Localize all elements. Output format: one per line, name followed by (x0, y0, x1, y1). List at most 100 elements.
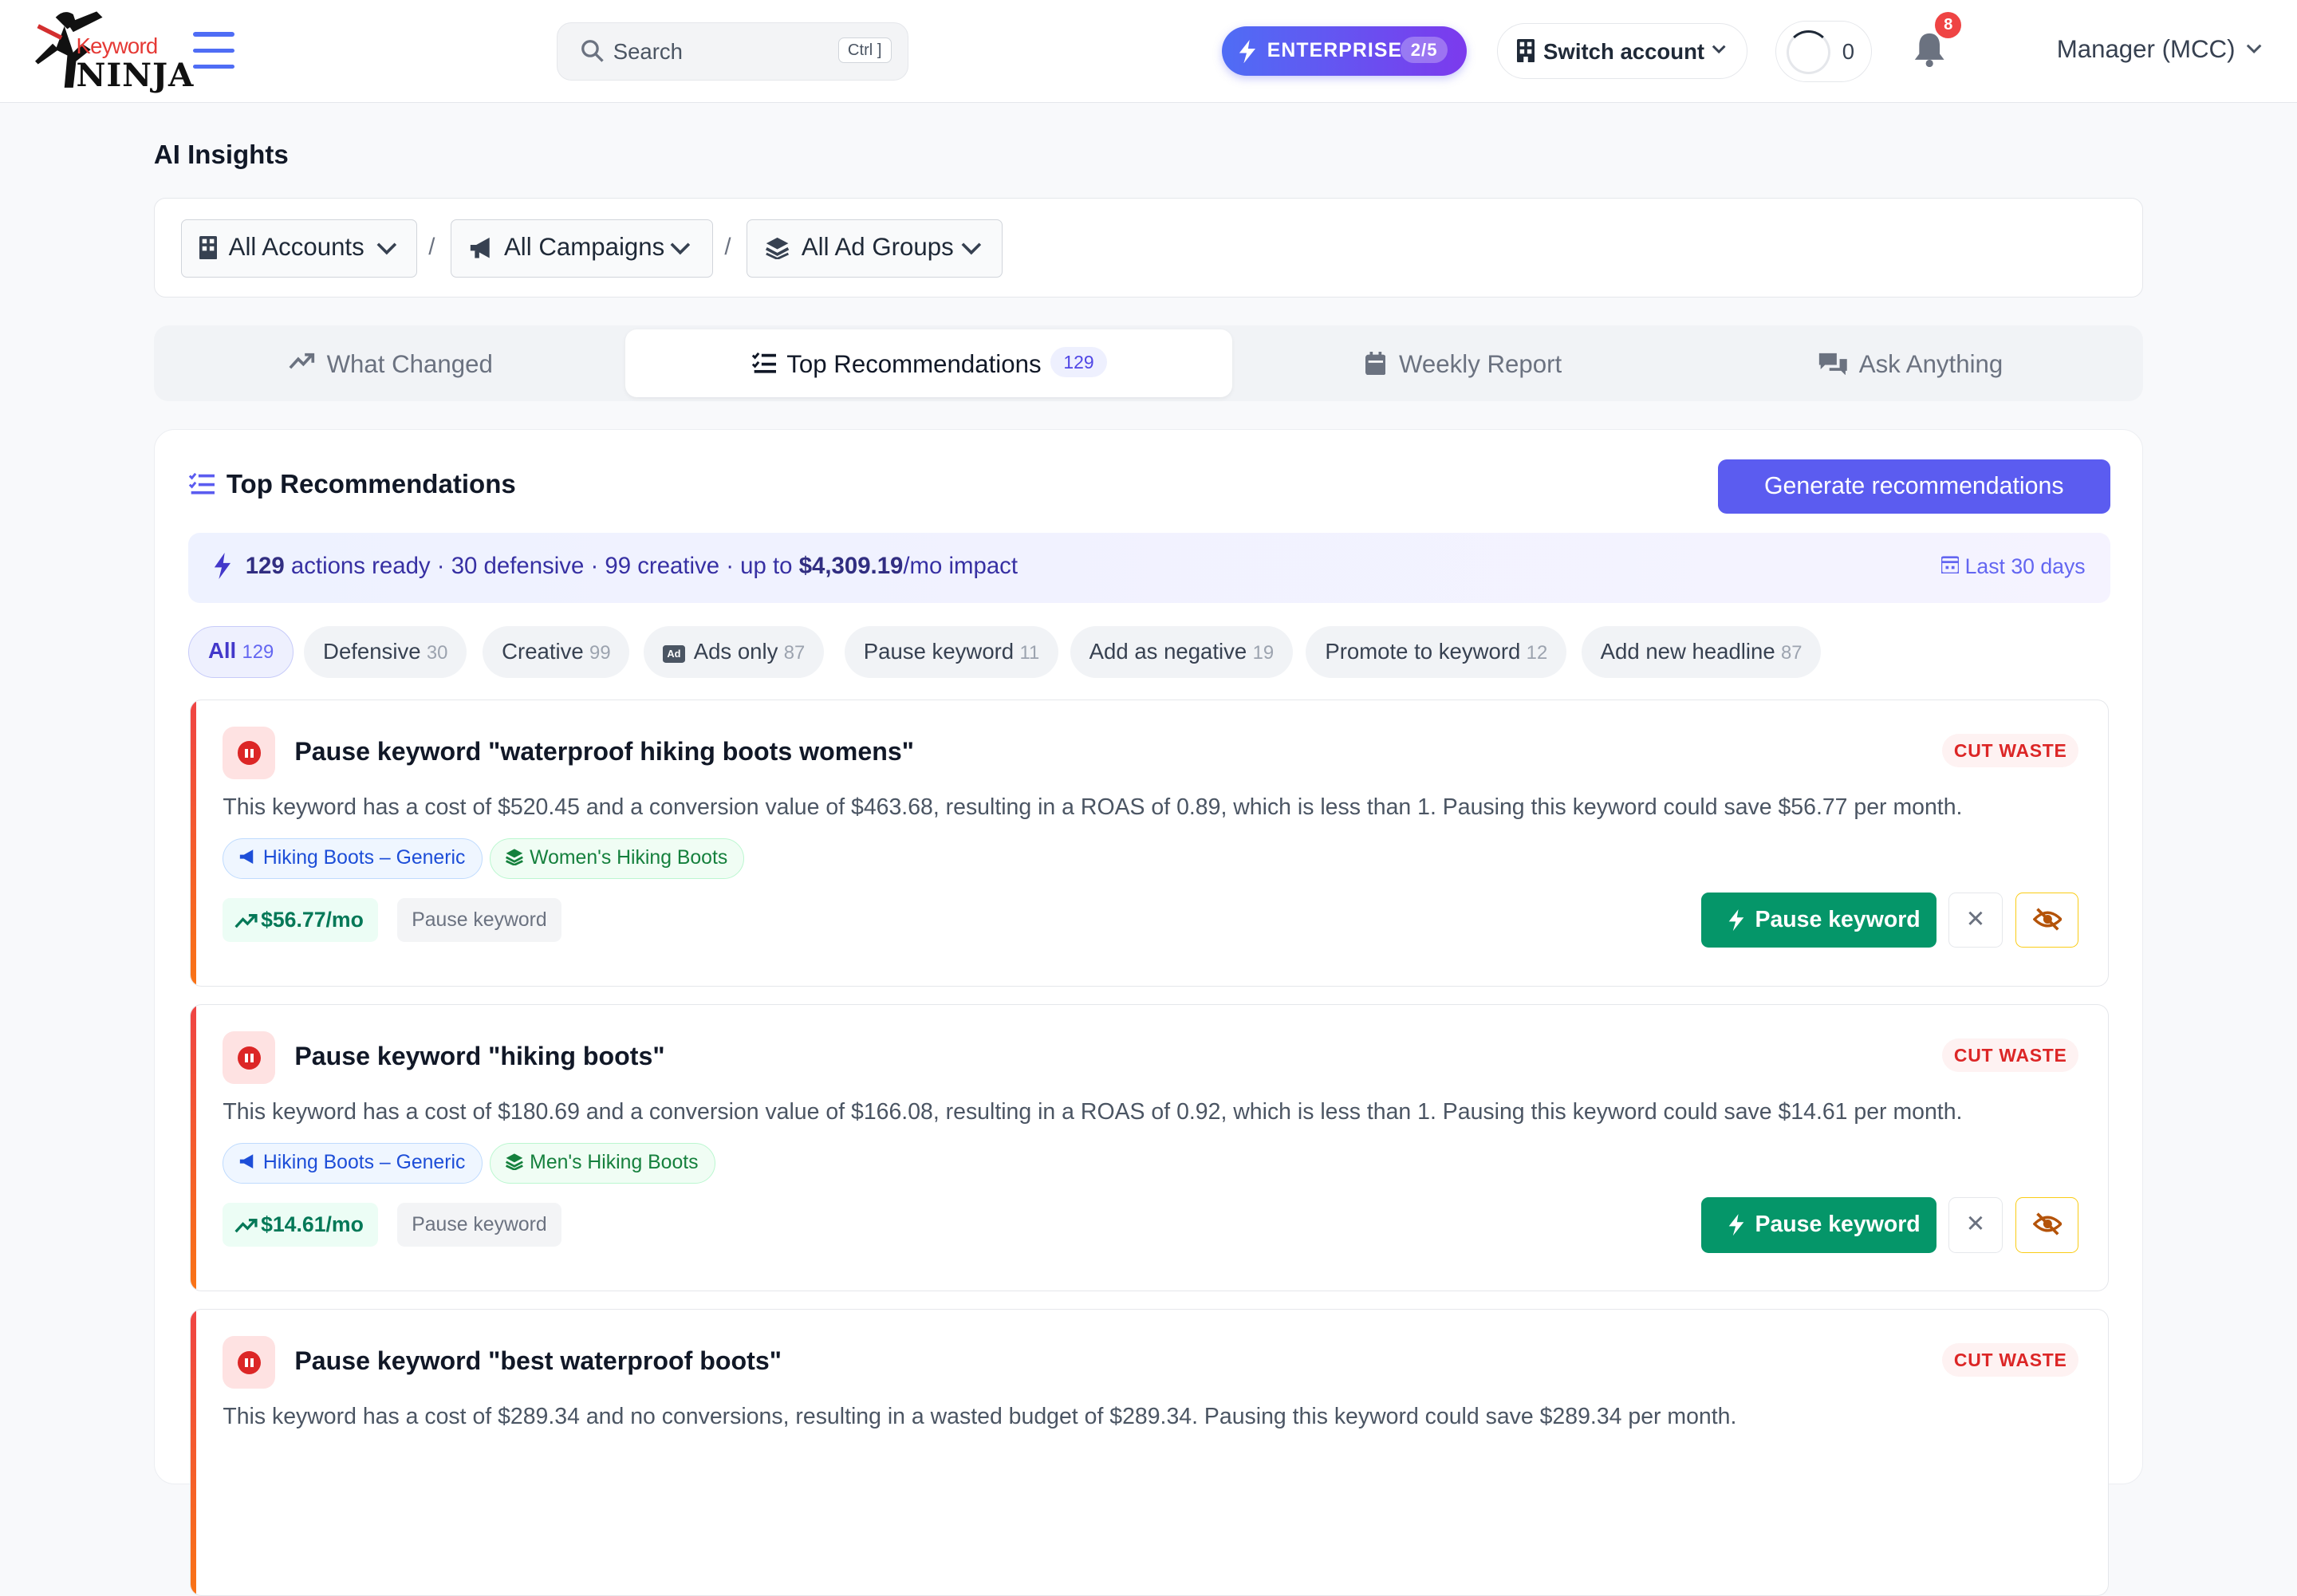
scope-filter-bar: All Accounts / All Campaigns / All Ad Gr… (153, 197, 2144, 298)
chevron-down-icon (376, 242, 397, 255)
accounts-dropdown[interactable]: All Accounts (180, 219, 417, 278)
recommendation-description: This keyword has a cost of $520.45 and a… (223, 794, 1963, 820)
date-range-label[interactable]: Last 30 days (1940, 554, 2086, 579)
eye-slash-icon (2032, 1212, 2063, 1235)
filter-chip-pause-keyword[interactable]: Pause keyword 11 (844, 626, 1059, 678)
calendar-icon (1940, 556, 1960, 575)
filter-chip-ads-only[interactable]: Ad Ads only 87 (644, 626, 825, 678)
hide-button[interactable] (2015, 1196, 2079, 1253)
insights-tabs: What Changed Top Recommendations 129 Wee… (153, 325, 2144, 402)
filter-separator: / (724, 234, 731, 261)
credits-indicator[interactable]: 0 (1775, 20, 1873, 82)
chevron-down-icon (670, 242, 690, 255)
tab-weekly-report[interactable]: Weekly Report (1235, 329, 1688, 396)
user-menu[interactable]: Manager (MCC) (2057, 35, 2236, 64)
recommendation-card: Pause keyword "hiking boots" CUT WASTE T… (189, 1004, 2109, 1292)
tab-ask-anything[interactable]: Ask Anything (1692, 329, 2138, 396)
chevron-down-icon[interactable] (2246, 42, 2262, 54)
calendar-icon (1365, 351, 1386, 376)
bolt-icon (1728, 1214, 1743, 1236)
recommendation-title: Pause keyword "hiking boots" (294, 1042, 665, 1071)
notification-bell-icon[interactable] (1913, 32, 1945, 68)
campaign-pill[interactable]: Hiking Boots – Generic (223, 1142, 483, 1184)
pause-icon (223, 1336, 276, 1389)
eye-slash-icon (2032, 908, 2063, 931)
accounts-label: All Accounts (228, 233, 364, 262)
campaigns-label: All Campaigns (503, 233, 665, 262)
dismiss-button[interactable]: ✕ (1948, 892, 2003, 948)
monthly-savings-badge: $14.61/mo (223, 1203, 379, 1247)
trending-up-icon (234, 1218, 258, 1233)
tab-label: Weekly Report (1399, 349, 1562, 378)
recommendations-panel: Top Recommendations Generate recommendat… (153, 429, 2144, 1596)
filter-chip-add-as-negative[interactable]: Add as negative 19 (1070, 626, 1293, 678)
campaigns-dropdown[interactable]: All Campaigns (450, 219, 713, 278)
search-box[interactable]: Search Ctrl ] (556, 22, 908, 81)
dismiss-button[interactable]: ✕ (1948, 1196, 2003, 1253)
top-header: Keyword NINJA Search Ctrl ] ENTERPRISE 2… (0, 0, 2297, 103)
ad-group-pill[interactable]: Men's Hiking Boots (489, 1142, 715, 1184)
menu-toggle-icon[interactable] (193, 32, 234, 70)
plan-usage-badge: 2/5 (1400, 36, 1448, 64)
search-shortcut-hint: Ctrl ] (837, 37, 892, 64)
ad-group-pill[interactable]: Women's Hiking Boots (489, 837, 745, 880)
filter-chip-promote-to-keyword[interactable]: Promote to keyword 12 (1306, 626, 1567, 678)
switch-account-button[interactable]: Switch account (1497, 23, 1748, 80)
list-check-icon (188, 473, 215, 495)
building-icon (199, 235, 217, 260)
generate-recommendations-button[interactable]: Generate recommendations (1717, 459, 2110, 514)
notification-count-badge: 8 (1935, 11, 1962, 38)
logo-ninja-text: NINJA (76, 55, 195, 94)
recommendation-description: This keyword has a cost of $180.69 and a… (223, 1098, 1963, 1125)
filter-chip-defensive[interactable]: Defensive 30 (304, 626, 467, 678)
ad-icon: Ad (663, 645, 685, 664)
monthly-savings-badge: $56.77/mo (223, 898, 379, 943)
recommendation-title: Pause keyword "best waterproof boots" (294, 1346, 782, 1376)
megaphone-icon (470, 237, 490, 258)
filter-chip-all[interactable]: All 129 (188, 626, 294, 678)
ad-groups-dropdown[interactable]: All Ad Groups (746, 219, 1003, 278)
switch-account-label: Switch account (1543, 38, 1705, 64)
recommendation-description: This keyword has a cost of $289.34 and n… (223, 1403, 1737, 1429)
progress-ring-icon (1786, 30, 1831, 74)
layers-icon (505, 1153, 523, 1171)
tab-label: Ask Anything (1858, 349, 2003, 378)
ad-groups-label: All Ad Groups (801, 233, 954, 262)
megaphone-icon (239, 1154, 253, 1169)
credits-count: 0 (1842, 38, 1855, 64)
bolt-icon (1239, 39, 1256, 63)
layers-icon (505, 848, 523, 866)
filter-chip-add-new-headline[interactable]: Add new headline 87 (1581, 626, 1822, 678)
enterprise-plan-button[interactable]: ENTERPRISE 2/5 (1221, 26, 1467, 77)
megaphone-icon (239, 849, 253, 865)
tab-top-recommendations[interactable]: Top Recommendations 129 (625, 329, 1232, 397)
hide-button[interactable] (2015, 892, 2079, 948)
cut-waste-badge: CUT WASTE (1942, 734, 2079, 767)
recommendation-title: Pause keyword "waterproof hiking boots w… (294, 736, 914, 766)
tab-what-changed[interactable]: What Changed (154, 329, 623, 396)
trending-up-icon (234, 913, 258, 928)
chat-bubbles-icon (1819, 353, 1848, 376)
keyword-ninja-logo[interactable]: Keyword NINJA (26, 6, 193, 97)
cut-waste-badge: CUT WASTE (1942, 1343, 2079, 1377)
pause-keyword-button[interactable]: Pause keyword (1700, 1196, 1937, 1253)
tab-label: What Changed (326, 349, 493, 378)
recommendations-summary: 129 actions ready · 30 defensive · 99 cr… (188, 532, 2110, 603)
list-check-icon (752, 352, 777, 373)
action-type-label: Pause keyword (396, 1203, 562, 1247)
trending-up-icon (289, 353, 314, 369)
plan-label: ENTERPRISE (1267, 39, 1403, 61)
filter-chip-creative[interactable]: Creative 99 (483, 626, 630, 678)
bolt-icon (1728, 909, 1743, 932)
filter-separator: / (428, 234, 435, 261)
pause-keyword-button[interactable]: Pause keyword (1700, 892, 1937, 948)
cut-waste-badge: CUT WASTE (1942, 1038, 2079, 1073)
recommendations-count-badge: 129 (1050, 347, 1108, 378)
tab-label: Top Recommendations (786, 349, 1042, 378)
building-icon (1516, 38, 1535, 63)
bolt-icon (215, 553, 231, 580)
recommendation-card: Pause keyword "waterproof hiking boots w… (189, 699, 2109, 987)
search-placeholder: Search (613, 38, 683, 64)
campaign-pill[interactable]: Hiking Boots – Generic (223, 837, 483, 880)
chevron-down-icon (961, 242, 982, 255)
